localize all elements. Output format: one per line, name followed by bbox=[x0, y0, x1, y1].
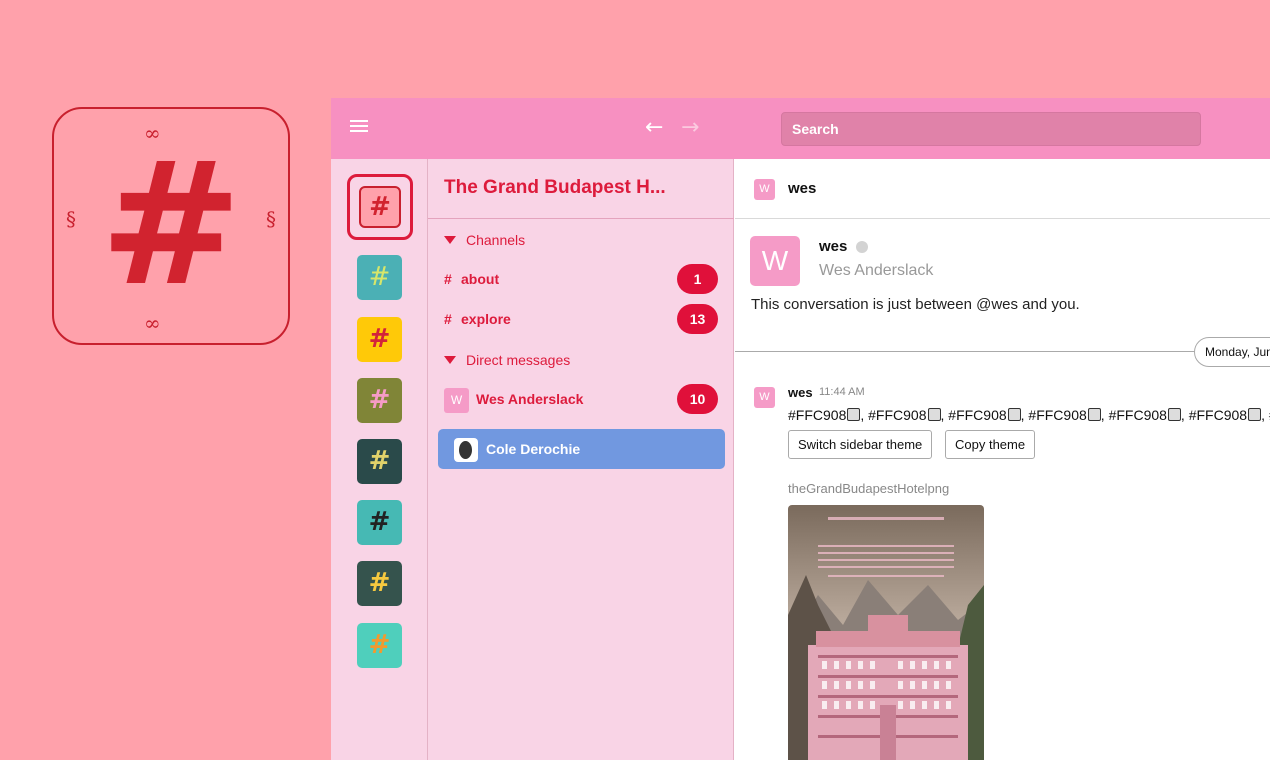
sidebar-item-about[interactable]: # about 1 bbox=[444, 264, 718, 294]
intro-username[interactable]: wes bbox=[819, 238, 847, 255]
team-3-icon[interactable]: # bbox=[357, 317, 402, 362]
color-code: #FFC908 bbox=[948, 407, 1007, 423]
intro-text: This conversation is just between @wes a… bbox=[751, 296, 1080, 313]
color-code: #FFC908 bbox=[1028, 407, 1087, 423]
team-7-icon[interactable]: # bbox=[357, 561, 402, 606]
avatar bbox=[454, 438, 478, 463]
sidebar-item-cole-derochie[interactable]: Cole Derochie bbox=[438, 429, 725, 469]
dm-label: Direct messages bbox=[466, 352, 571, 368]
message-text: #FFC908, #FFC908, #FFC908, #FFC908, #FFC… bbox=[788, 407, 1270, 423]
intro-fullname: Wes Anderslack bbox=[819, 262, 934, 279]
hamburger-menu-icon[interactable] bbox=[350, 120, 368, 134]
color-code: #FFC908 bbox=[1188, 407, 1248, 423]
day-divider bbox=[735, 351, 1270, 352]
color-swatch-icon bbox=[1087, 408, 1101, 421]
team-8-icon[interactable]: # bbox=[357, 623, 402, 668]
team-5-icon[interactable]: # bbox=[357, 439, 402, 484]
dm-section-header[interactable]: Direct messages bbox=[444, 352, 570, 368]
color-code: #FFC908 bbox=[868, 407, 927, 423]
team-hash-icon: # bbox=[359, 186, 401, 228]
dm-name: Wes Anderslack bbox=[476, 391, 584, 407]
forward-arrow-icon[interactable]: → bbox=[681, 115, 699, 141]
team-6-icon[interactable]: # bbox=[357, 500, 402, 545]
team-2-icon[interactable]: # bbox=[357, 255, 402, 300]
unread-badge: 13 bbox=[677, 304, 718, 334]
date-pill: Monday, June bbox=[1194, 337, 1270, 367]
presence-status-icon bbox=[856, 241, 868, 253]
channel-sidebar: The Grand Budapest H... Channels # about … bbox=[428, 159, 734, 760]
attachment-filename[interactable]: theGrandBudapestHotelpng bbox=[788, 481, 949, 496]
channel-hash-icon: # bbox=[444, 311, 452, 327]
message-avatar[interactable]: W bbox=[754, 387, 775, 408]
back-arrow-icon[interactable]: ← bbox=[645, 115, 663, 141]
channel-name: explore bbox=[461, 311, 511, 327]
color-swatch-icon bbox=[847, 408, 861, 421]
channels-label: Channels bbox=[466, 232, 526, 248]
color-swatch-icon bbox=[1007, 408, 1021, 421]
avatar: W bbox=[444, 387, 469, 413]
color-swatch-icon bbox=[1248, 408, 1262, 421]
unread-badge: 1 bbox=[677, 264, 718, 294]
message-timestamp[interactable]: 11:44 AM bbox=[819, 386, 865, 398]
team-name[interactable]: The Grand Budapest H... bbox=[444, 177, 666, 199]
top-bar: ← → Search bbox=[331, 98, 1270, 159]
sidebar-divider bbox=[428, 218, 734, 219]
avatar: W bbox=[754, 179, 775, 200]
message-author[interactable]: wes bbox=[788, 385, 813, 400]
app-window: ← → Search # # # # # # # # The Grand Bud… bbox=[331, 98, 1270, 760]
copy-theme-button[interactable]: Copy theme bbox=[945, 430, 1036, 459]
color-swatch-icon bbox=[927, 408, 941, 421]
message-pane: W wes W wes Wes Anderslack This conversa… bbox=[735, 159, 1270, 760]
color-code: #FFC908 bbox=[788, 407, 847, 423]
color-swatch-icon bbox=[1167, 408, 1181, 421]
sidebar-item-explore[interactable]: # explore 13 bbox=[444, 304, 718, 334]
channel-title[interactable]: wes bbox=[788, 180, 816, 197]
color-code: #FFC908 bbox=[1108, 407, 1167, 423]
intro-avatar[interactable]: W bbox=[750, 236, 800, 286]
app-logo: ∞ ∞ § § # bbox=[52, 107, 290, 345]
sidebar-item-wes-anderslack[interactable]: W Wes Anderslack 10 bbox=[444, 384, 718, 414]
switch-sidebar-theme-button[interactable]: Switch sidebar theme bbox=[788, 430, 933, 459]
search-input[interactable]: Search bbox=[781, 112, 1201, 146]
attachment-image[interactable] bbox=[788, 505, 984, 760]
team-4-icon[interactable]: # bbox=[357, 378, 402, 423]
unread-badge: 10 bbox=[677, 384, 718, 414]
hash-icon: # bbox=[99, 124, 243, 324]
dm-name: Cole Derochie bbox=[486, 441, 581, 457]
channels-section-header[interactable]: Channels bbox=[444, 232, 525, 248]
channel-hash-icon: # bbox=[444, 271, 452, 287]
caret-down-icon bbox=[444, 356, 456, 364]
channel-name: about bbox=[461, 271, 500, 287]
team-grand-budapest[interactable]: # bbox=[347, 174, 413, 240]
team-switcher: # # # # # # # # bbox=[331, 159, 428, 760]
channel-header: W wes bbox=[735, 159, 1270, 219]
caret-down-icon bbox=[444, 236, 456, 244]
